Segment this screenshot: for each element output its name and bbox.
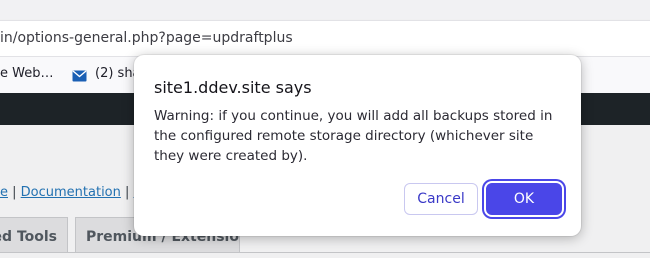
link-separator: | [120,185,134,200]
bookmark-item-web[interactable]: e Web… [0,66,53,81]
link-separator: | [8,185,21,200]
dialog-message: Warning: if you continue, you will add a… [154,108,553,164]
tab-advanced-tools[interactable]: ced Tools [0,217,68,253]
tabs-divider [0,252,650,253]
ok-button[interactable]: OK [486,183,562,215]
mail-icon [72,67,87,82]
address-bar[interactable]: in/options-general.php?page=updraftplus [0,20,650,57]
browser-tab-strip [0,0,650,19]
dialog-title: site1.ddev.site says [154,78,312,97]
confirm-dialog: site1.ddev.site says Warning: if you con… [134,55,581,236]
plugin-links-row: e | Documentation | Mo [0,185,153,200]
link-partial[interactable]: e [0,185,8,200]
url-text[interactable]: in/options-general.php?page=updraftplus [0,30,293,46]
documentation-link[interactable]: Documentation [21,185,121,200]
cancel-button[interactable]: Cancel [404,183,478,215]
